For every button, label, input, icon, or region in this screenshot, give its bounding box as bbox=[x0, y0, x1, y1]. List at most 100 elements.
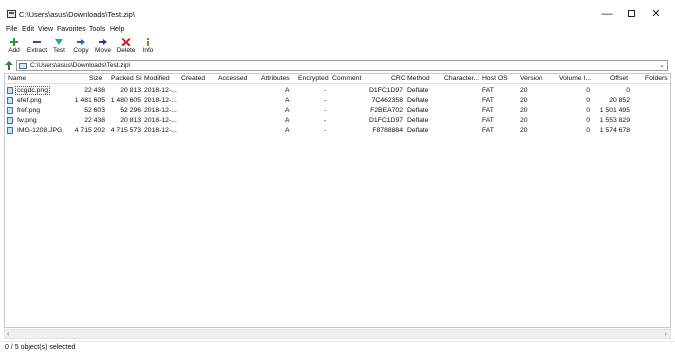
file-host-os: FAT bbox=[482, 107, 494, 114]
app-icon bbox=[7, 10, 16, 18]
test-icon bbox=[55, 39, 63, 45]
file-modified: 2018-12-... bbox=[144, 117, 177, 124]
file-method: Deflate bbox=[407, 107, 429, 114]
address-field[interactable]: C:\Users\asus\Downloads\Test.zip\ ⌄ bbox=[16, 60, 668, 71]
file-size: 1 481 605 bbox=[74, 97, 105, 104]
move-button[interactable]: Move bbox=[93, 36, 113, 58]
file-version: 20 bbox=[520, 127, 528, 134]
copy-button[interactable]: Copy bbox=[71, 36, 91, 58]
scroll-left-icon[interactable]: ‹ bbox=[7, 330, 9, 339]
file-modified: 2018-12-... bbox=[144, 97, 177, 104]
extract-button[interactable]: Extract bbox=[25, 36, 49, 58]
file-encrypted: - bbox=[324, 97, 327, 104]
file-offset: 20 852 bbox=[609, 97, 630, 104]
col-name[interactable]: Name bbox=[8, 75, 26, 82]
minimize-button[interactable]: — bbox=[596, 6, 618, 22]
col-created[interactable]: Created bbox=[181, 75, 205, 82]
file-packed-size: 1 480 605 bbox=[110, 97, 141, 104]
up-folder-icon[interactable] bbox=[5, 61, 13, 70]
png-file-icon bbox=[7, 107, 13, 114]
file-version: 20 bbox=[520, 97, 528, 104]
col-host-os[interactable]: Host OS bbox=[482, 75, 508, 82]
col-size[interactable]: Size bbox=[89, 75, 102, 82]
file-host-os: FAT bbox=[482, 117, 494, 124]
file-packed-size: 20 813 bbox=[120, 117, 141, 124]
col-offset[interactable]: Offset bbox=[610, 75, 628, 82]
file-offset: 1 501 495 bbox=[599, 107, 630, 114]
col-version[interactable]: Version bbox=[520, 75, 543, 82]
menu-favorites[interactable]: Favorites bbox=[57, 26, 86, 33]
file-encrypted: - bbox=[324, 107, 327, 114]
maximize-button[interactable] bbox=[620, 6, 642, 22]
delete-button[interactable]: Delete bbox=[114, 36, 138, 58]
move-arrow-icon bbox=[99, 39, 107, 45]
col-packed-size[interactable]: Packed Si bbox=[111, 75, 142, 82]
delete-x-icon bbox=[121, 38, 131, 46]
selection-status: 0 / 5 object(s) selected bbox=[5, 344, 76, 351]
file-version: 20 bbox=[520, 87, 528, 94]
file-modified: 2018-12-... bbox=[144, 87, 177, 94]
file-name: ccgdc.png bbox=[15, 86, 50, 95]
info-icon bbox=[147, 38, 149, 46]
col-modified[interactable]: Modified bbox=[144, 75, 170, 82]
file-encrypted: - bbox=[324, 127, 327, 134]
col-encrypted[interactable]: Encrypted bbox=[298, 75, 329, 82]
file-packed-size: 52 296 bbox=[120, 107, 141, 114]
png-file-icon bbox=[7, 87, 13, 94]
menu-help[interactable]: Help bbox=[110, 26, 124, 33]
file-encrypted: - bbox=[324, 117, 327, 124]
close-button[interactable]: ✕ bbox=[645, 6, 667, 22]
file-version: 20 bbox=[520, 117, 528, 124]
scroll-right-icon[interactable]: › bbox=[665, 330, 667, 339]
file-offset: 0 bbox=[626, 87, 630, 94]
address-bar: C:\Users\asus\Downloads\Test.zip\ ⌄ bbox=[0, 60, 675, 71]
menu-view[interactable]: View bbox=[38, 26, 53, 33]
file-name: efef.png bbox=[17, 97, 42, 104]
col-attributes[interactable]: Attributes bbox=[261, 75, 290, 82]
col-volume-index[interactable]: Volume I... bbox=[559, 75, 591, 82]
move-label: Move bbox=[95, 47, 111, 54]
info-label: Info bbox=[142, 47, 154, 54]
address-dropdown-icon[interactable]: ⌄ bbox=[659, 61, 665, 69]
add-icon bbox=[10, 38, 18, 46]
extract-label: Extract bbox=[26, 47, 48, 54]
table-row[interactable]: efef.png 1 481 605 1 480 605 2018-12-...… bbox=[5, 96, 670, 106]
address-path[interactable]: C:\Users\asus\Downloads\Test.zip\ bbox=[30, 62, 130, 69]
table-row[interactable]: fw.png 22 438 20 813 2018-12-... A - D1F… bbox=[5, 116, 670, 126]
file-attributes: A bbox=[285, 97, 290, 104]
maximize-icon bbox=[627, 10, 635, 17]
file-attributes: A bbox=[285, 107, 290, 114]
horizontal-scrollbar[interactable]: ‹ › bbox=[4, 329, 671, 339]
col-crc[interactable]: CRC bbox=[391, 75, 406, 82]
table-row[interactable]: fref.png 52 603 52 296 2018-12-... A - F… bbox=[5, 106, 670, 116]
col-characteristics[interactable]: Character... bbox=[444, 75, 479, 82]
file-method: Deflate bbox=[407, 117, 429, 124]
file-packed-size: 20 813 bbox=[120, 87, 141, 94]
file-offset: 1 553 829 bbox=[599, 117, 630, 124]
col-folders[interactable]: Folders bbox=[645, 75, 668, 82]
menu-file[interactable]: File bbox=[6, 26, 17, 33]
file-modified: 2018-12-... bbox=[144, 127, 177, 134]
menu-edit[interactable]: Edit bbox=[22, 26, 34, 33]
col-comment[interactable]: Comment bbox=[332, 75, 361, 82]
menu-tools[interactable]: Tools bbox=[89, 26, 105, 33]
add-button[interactable]: Add bbox=[5, 36, 23, 58]
file-offset: 1 574 678 bbox=[599, 127, 630, 134]
table-row[interactable]: IMG-1208.JPG 4 715 202 4 715 573 2018-12… bbox=[5, 126, 670, 136]
file-size: 4 715 202 bbox=[74, 127, 105, 134]
test-button[interactable]: Test bbox=[51, 36, 67, 58]
file-size: 22 438 bbox=[84, 117, 105, 124]
file-attributes: A bbox=[285, 127, 290, 134]
file-crc: F2BEA702 bbox=[370, 107, 403, 114]
table-row[interactable]: ccgdc.png 22 438 20 813 2018-12-... A - … bbox=[5, 86, 670, 96]
info-button[interactable]: Info bbox=[140, 36, 156, 58]
col-method[interactable]: Method bbox=[407, 75, 430, 82]
col-accessed[interactable]: Accessed bbox=[218, 75, 247, 82]
file-modified: 2018-12-... bbox=[144, 107, 177, 114]
file-name: fw.png bbox=[17, 117, 37, 124]
file-host-os: FAT bbox=[482, 127, 494, 134]
file-list[interactable]: Name Size Packed Si Modified Created Acc… bbox=[4, 73, 671, 328]
file-attributes: A bbox=[285, 117, 290, 124]
file-method: Deflate bbox=[407, 87, 429, 94]
extract-icon bbox=[33, 41, 41, 43]
